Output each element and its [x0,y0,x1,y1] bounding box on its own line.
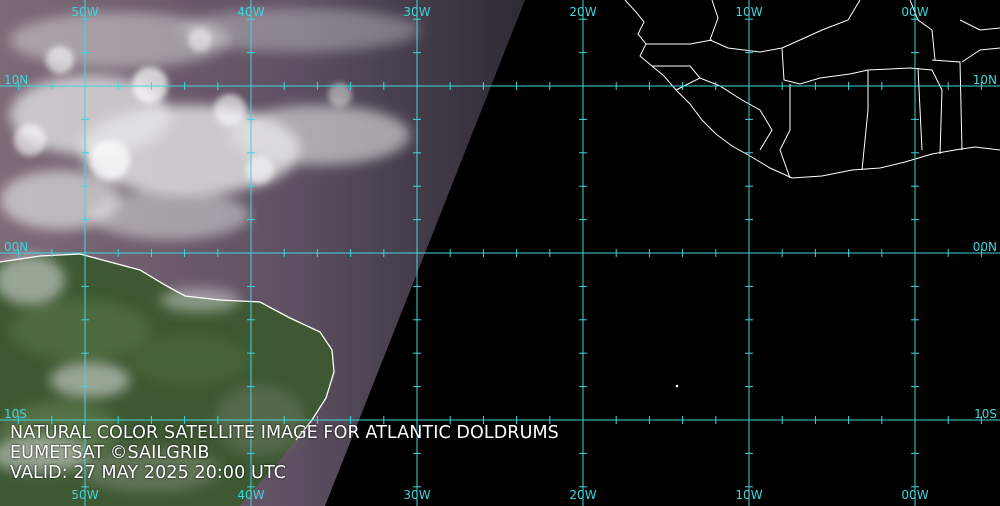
caption-credit: EUMETSAT ©SAILGRIB [10,443,210,463]
lon-label-top: 00W [901,5,928,19]
lat-label-left: 10S [4,407,27,421]
lon-label-top: 10W [735,5,762,19]
caption-valid-time: VALID: 27 MAY 2025 20:00 UTC [10,463,287,483]
lon-label-bottom: 30W [403,488,430,502]
lat-label-right: 10N [973,73,997,87]
map-caption: NATURAL COLOR SATELLITE IMAGE FOR ATLANT… [10,423,559,483]
lon-label-top: 40W [237,5,264,19]
lon-label-bottom: 50W [71,488,98,502]
lon-label-bottom: 10W [735,488,762,502]
caption-title: NATURAL COLOR SATELLITE IMAGE FOR ATLANT… [10,423,559,443]
lon-label-bottom: 20W [569,488,596,502]
lat-label-left: 10N [4,73,28,87]
lon-label-bottom: 40W [237,488,264,502]
lon-label-bottom: 00W [901,488,928,502]
lon-label-top: 30W [403,5,430,19]
lat-label-right: 10S [974,407,997,421]
lat-label-left: 00N [4,240,28,254]
island-dot [675,384,679,388]
lon-label-top: 50W [71,5,98,19]
lon-label-top: 20W [569,5,596,19]
lat-label-right: 00N [973,240,997,254]
